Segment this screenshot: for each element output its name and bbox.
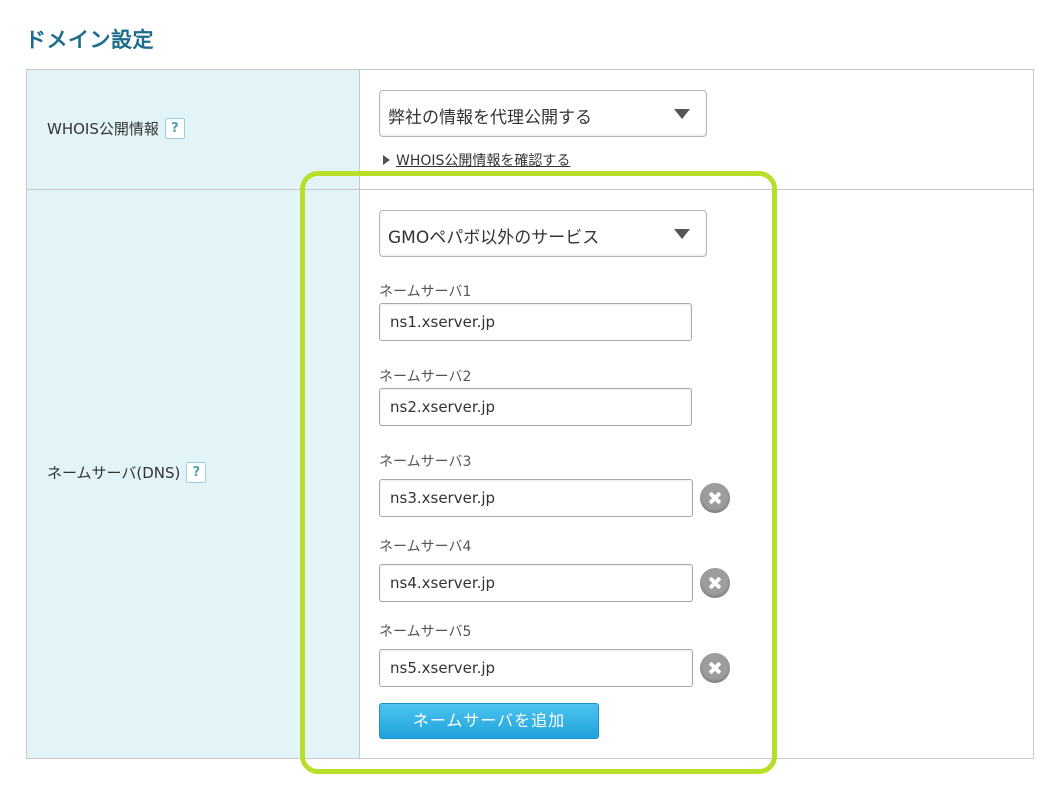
nameserver-label-wrap: ネームサーバ(DNS) ?	[47, 462, 207, 483]
whois-help-icon[interactable]: ?	[164, 118, 185, 139]
page-title: ドメイン設定	[25, 28, 154, 52]
nameserver-5-label: ネームサーバ5	[379, 624, 472, 640]
whois-row: WHOIS公開情報 ? 弊社の情報を代理公開する WHOIS公開情報を確認する	[27, 70, 1033, 190]
nameserver-select[interactable]: GMOペパボ以外のサービス	[379, 210, 707, 257]
remove-nameserver-4-icon[interactable]	[700, 568, 730, 598]
whois-label-cell: WHOIS公開情報 ?	[27, 70, 360, 189]
nameserver-2-label: ネームサーバ2	[379, 369, 472, 385]
whois-select[interactable]: 弊社の情報を代理公開する	[379, 90, 707, 137]
nameserver-select-value: GMOペパボ以外のサービス	[388, 228, 600, 248]
nameserver-help-icon[interactable]: ?	[186, 462, 207, 483]
nameserver-3-input[interactable]	[379, 479, 693, 517]
chevron-down-icon	[674, 229, 690, 239]
nameserver-1-input[interactable]	[379, 303, 692, 341]
nameserver-label: ネームサーバ(DNS)	[47, 464, 181, 482]
add-nameserver-button[interactable]: ネームサーバを追加	[379, 703, 599, 739]
whois-confirm-link[interactable]: WHOIS公開情報を確認する	[396, 150, 570, 170]
whois-label-wrap: WHOIS公開情報 ?	[47, 118, 185, 139]
nameserver-2-input[interactable]	[379, 388, 692, 426]
play-icon	[383, 155, 390, 165]
nameserver-row: ネームサーバ(DNS) ? GMOペパボ以外のサービス ネームサーバ1 ネームサ…	[27, 190, 1033, 758]
domain-settings-table: WHOIS公開情報 ? 弊社の情報を代理公開する WHOIS公開情報を確認する …	[26, 69, 1034, 759]
whois-select-value: 弊社の情報を代理公開する	[388, 108, 592, 128]
nameserver-1-label: ネームサーバ1	[379, 284, 472, 300]
nameserver-4-input[interactable]	[379, 564, 693, 602]
nameserver-5-input[interactable]	[379, 649, 693, 687]
nameserver-3-label: ネームサーバ3	[379, 454, 472, 470]
whois-link-wrap: WHOIS公開情報を確認する	[383, 150, 570, 170]
chevron-down-icon	[674, 109, 690, 119]
whois-label: WHOIS公開情報	[47, 120, 159, 138]
nameserver-label-cell: ネームサーバ(DNS) ?	[27, 190, 360, 758]
nameserver-4-label: ネームサーバ4	[379, 539, 472, 555]
remove-nameserver-3-icon[interactable]	[700, 483, 730, 513]
remove-nameserver-5-icon[interactable]	[700, 653, 730, 683]
